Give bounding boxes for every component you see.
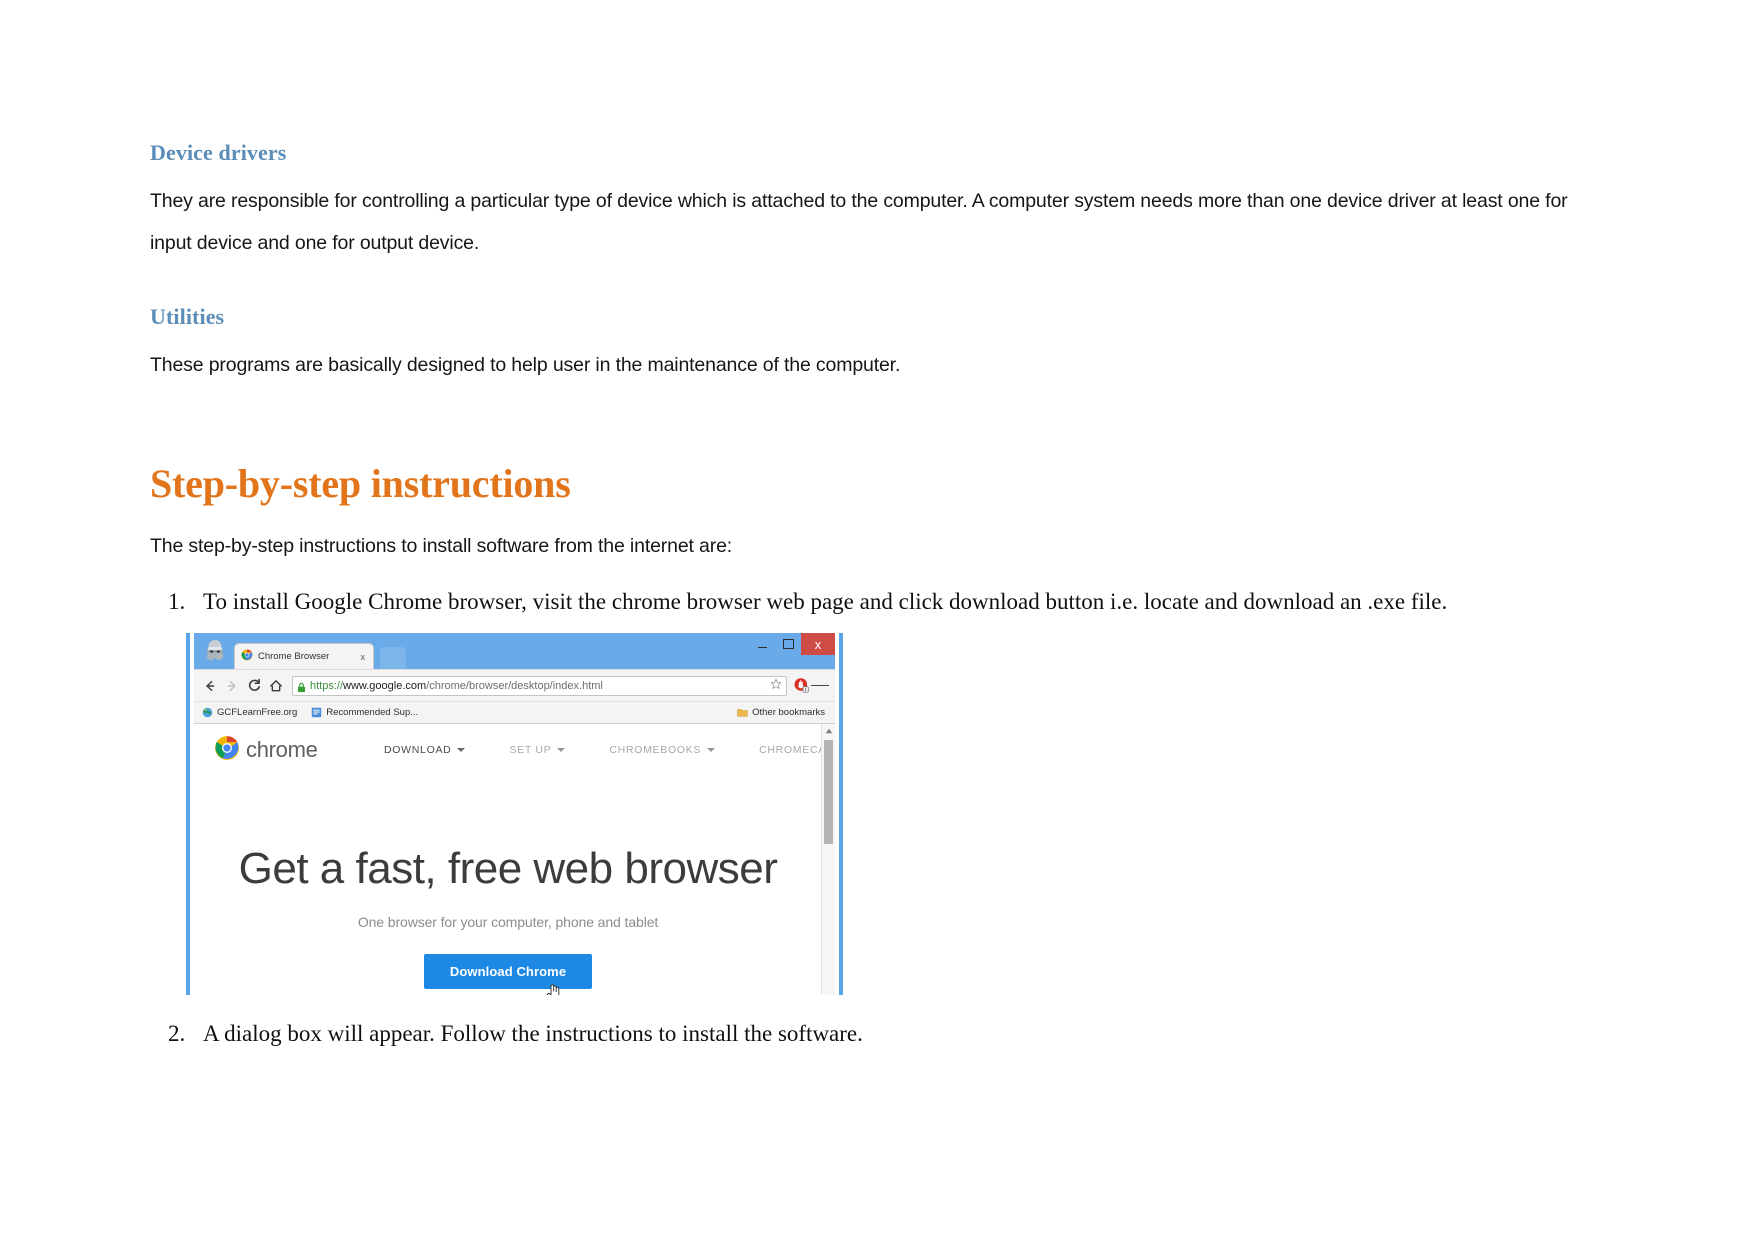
hero-title: Get a fast, free web browser xyxy=(238,844,778,893)
heading-utilities: Utilities xyxy=(150,304,225,329)
nav-item-set-up[interactable]: SET UP xyxy=(509,744,566,756)
chevron-down-icon xyxy=(457,748,466,752)
browser-window-frame: x Chrome Browser x https://www.google.co… xyxy=(186,633,843,995)
address-bar-url: https://www.google.com/chrome/browser/de… xyxy=(310,680,603,692)
nav-item-label: SET UP xyxy=(509,744,552,756)
list-item: 1. To install Google Chrome browser, vis… xyxy=(150,585,1610,619)
paragraph-utilities: These programs are basically designed to… xyxy=(150,354,901,376)
paragraph-intro: The step-by-step instructions to install… xyxy=(150,535,733,557)
window-controls: x xyxy=(749,633,835,655)
other-bookmarks-label: Other bookmarks xyxy=(752,707,825,718)
list-item-text: To install Google Chrome browser, visit … xyxy=(203,589,1448,614)
incognito-icon xyxy=(202,638,228,664)
major-section-spacer xyxy=(150,404,1610,460)
tab-close-icon[interactable]: x xyxy=(361,652,366,662)
heading-device-drivers: Device drivers xyxy=(150,140,287,165)
site-nav-items: DOWNLOAD SET UP CHROMEBOOKS CHROMECAST xyxy=(384,744,835,756)
bookmarks-bar: GCFLearnFree.org Recommended Sup... Othe… xyxy=(194,701,835,723)
download-chrome-button[interactable]: Download Chrome xyxy=(423,954,593,989)
reload-icon[interactable] xyxy=(244,676,264,696)
steps-list: 1. To install Google Chrome browser, vis… xyxy=(150,585,1610,619)
figure-wrapper: x Chrome Browser x https://www.google.co… xyxy=(150,633,1610,995)
doc-icon xyxy=(311,707,322,718)
adblock-extension-icon[interactable]: 1 xyxy=(791,677,811,694)
nav-item-label: CHROMEBOOKS xyxy=(609,744,702,756)
page-viewport: chrome DOWNLOAD SET UP CHROMEBOOKS CHROM… xyxy=(194,723,835,995)
chevron-down-icon xyxy=(707,748,716,752)
bookmark-item[interactable]: GCFLearnFree.org xyxy=(202,707,297,718)
hero-section: Get a fast, free web browser One browser… xyxy=(194,784,822,995)
bookmark-label: GCFLearnFree.org xyxy=(217,707,298,718)
hamburger-menu-icon[interactable] xyxy=(811,683,829,689)
url-path: /chrome/browser/desktop/index.html xyxy=(426,679,603,692)
url-host: www.google.com xyxy=(343,679,427,692)
maximize-button[interactable] xyxy=(775,633,801,655)
list-item: 2. A dialog box will appear. Follow the … xyxy=(150,1017,1610,1051)
url-scheme: https:// xyxy=(310,679,344,692)
lock-icon xyxy=(297,680,306,693)
chrome-logo-icon xyxy=(214,735,240,766)
close-button[interactable]: x xyxy=(801,633,835,655)
hero-subtitle: One browser for your computer, phone and… xyxy=(357,914,659,930)
scrollbar-thumb[interactable] xyxy=(824,740,833,844)
bookmark-label: Recommended Sup... xyxy=(326,707,419,718)
document-content: Device drivers They are responsible for … xyxy=(150,140,1610,1057)
home-icon[interactable] xyxy=(266,676,286,696)
bookmark-item[interactable]: Recommended Sup... xyxy=(311,707,418,718)
site-navigation: chrome DOWNLOAD SET UP CHROMEBOOKS CHROM… xyxy=(194,724,835,776)
document-page: Device drivers They are responsible for … xyxy=(0,0,1754,1241)
page-title: Step-by-step instructions xyxy=(150,461,571,506)
list-marker: 2. xyxy=(168,1021,186,1046)
other-bookmarks-button[interactable]: Other bookmarks xyxy=(737,707,825,718)
chevron-down-icon xyxy=(557,748,566,752)
globe-icon xyxy=(202,707,213,718)
nav-item-download[interactable]: DOWNLOAD xyxy=(384,744,466,756)
browser-tab[interactable]: Chrome Browser x xyxy=(234,643,374,669)
back-arrow-icon[interactable] xyxy=(200,676,220,696)
new-tab-button[interactable] xyxy=(380,647,406,669)
star-icon[interactable] xyxy=(770,677,782,695)
svg-text:1: 1 xyxy=(804,687,807,692)
site-brand-label: chrome xyxy=(246,737,318,762)
address-bar[interactable]: https://www.google.com/chrome/browser/de… xyxy=(292,675,787,696)
list-item-text: A dialog box will appear. Follow the ins… xyxy=(203,1021,863,1046)
scroll-up-icon[interactable] xyxy=(822,724,835,737)
browser-titlebar: x Chrome Browser x xyxy=(194,633,835,669)
browser-toolbar: https://www.google.com/chrome/browser/de… xyxy=(194,669,835,701)
chrome-logo-icon xyxy=(241,648,253,666)
minimize-button[interactable] xyxy=(749,633,775,655)
hand-cursor-icon xyxy=(546,983,562,995)
chrome-browser-screenshot: x Chrome Browser x https://www.google.co… xyxy=(186,633,843,995)
forward-arrow-icon[interactable] xyxy=(222,676,242,696)
browser-tab-title: Chrome Browser xyxy=(258,651,330,662)
list-marker: 1. xyxy=(168,589,186,614)
download-button-wrap: Download Chrome xyxy=(423,954,593,995)
paragraph-device-drivers: They are responsible for controlling a p… xyxy=(150,190,1568,254)
page-scrollbar[interactable] xyxy=(821,724,835,995)
site-brand[interactable]: chrome xyxy=(214,735,384,766)
folder-icon xyxy=(737,707,748,718)
nav-item-label: DOWNLOAD xyxy=(384,744,452,756)
steps-list-continued: 2. A dialog box will appear. Follow the … xyxy=(150,1017,1610,1051)
nav-item-chromebooks[interactable]: CHROMEBOOKS xyxy=(609,744,716,756)
